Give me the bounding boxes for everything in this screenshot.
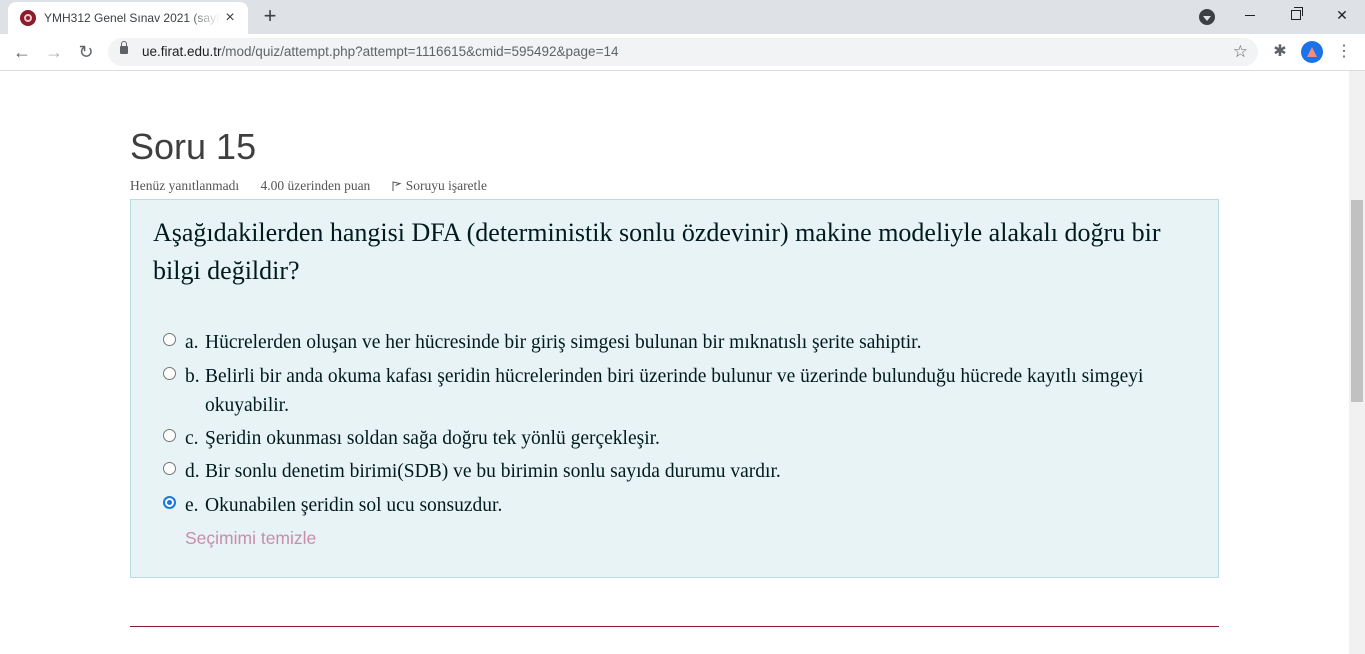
radio-e-selected[interactable] [163,496,176,509]
answer-text[interactable]: Okunabilen şeridin sol ucu sonsuzdur. [205,491,1205,520]
question-points: 4.00 üzerinden puan [260,178,371,193]
question-title: Soru 15 [130,126,257,167]
extensions-icon[interactable]: ✱ [1270,42,1290,62]
question-divider [130,626,1219,627]
tab-close-icon[interactable]: × [222,10,238,26]
radio-b[interactable] [163,367,176,380]
answer-letter: e. [185,495,199,516]
site-favicon-icon [20,10,36,26]
question-text: Aşağıdakilerden hangisi DFA (determinist… [153,218,1161,285]
window-close-button[interactable]: ✕ [1319,0,1365,30]
forward-button[interactable]: → [42,40,66,64]
bookmark-star-icon[interactable]: ☆ [1233,42,1248,62]
browser-tabstrip: YMH312 Genel Sınav 2021 (sayfa × + ✕ [0,0,1365,34]
address-bar[interactable]: ue.firat.edu.tr/mod/quiz/attempt.php?att… [108,38,1258,66]
url-text[interactable]: ue.firat.edu.tr/mod/quiz/attempt.php?att… [142,44,618,59]
answer-letter: b. [185,366,200,387]
reload-button[interactable]: ↻ [74,40,98,64]
answer-text[interactable]: Belirli bir anda okuma kafası şeridin hü… [205,362,1205,420]
restore-icon [1291,7,1303,20]
new-tab-button[interactable]: + [260,5,280,27]
answer-text[interactable]: Hücrelerden oluşan ve her hücresinde bir… [205,328,1205,357]
window-minimize-button[interactable] [1227,0,1273,30]
radio-a[interactable] [163,333,176,346]
back-button[interactable]: ← [10,40,34,64]
answer-text[interactable]: Bir sonlu denetim birimi(SDB) ve bu biri… [205,457,1205,486]
url-path: /mod/quiz/attempt.php?attempt=1116615&cm… [221,44,619,59]
question-status: Henüz yanıtlanmadı [130,178,240,193]
scrollbar-thumb[interactable] [1351,200,1363,402]
window-restore-button[interactable] [1273,0,1319,30]
answer-letter: d. [185,461,200,482]
answer-letter: a. [185,332,199,353]
clear-choice-link[interactable]: Seçimimi temizle [185,528,316,549]
flag-question-label: Soruyu işaretle [405,178,488,193]
tab-title: YMH312 Genel Sınav 2021 (sayfa [44,11,220,25]
browser-menu-icon[interactable]: ⋮ [1334,42,1354,62]
lock-icon[interactable] [120,41,128,54]
radio-d[interactable] [163,462,176,475]
answer-text[interactable]: Şeridin okunması soldan sağa doğru tek y… [205,424,1205,453]
flag-question-link[interactable]: Soruyu işaretle [392,178,487,193]
minimize-icon [1245,14,1255,16]
flag-icon [392,181,402,191]
browser-tab[interactable]: YMH312 Genel Sınav 2021 (sayfa × [8,2,248,34]
url-host: ue.firat.edu.tr [142,44,222,59]
profile-avatar[interactable] [1301,41,1323,63]
page-scrollbar[interactable] [1349,71,1365,654]
tab-search-icon[interactable] [1199,9,1215,25]
answer-letter: c. [185,428,199,449]
question-content-box: Aşağıdakilerden hangisi DFA (determinist… [130,199,1219,578]
browser-toolbar: ← → ↻ ue.firat.edu.tr/mod/quiz/attempt.p… [0,34,1365,71]
radio-c[interactable] [163,429,176,442]
question-info: Henüz yanıtlanmadı 4.00 üzerinden puan S… [130,178,487,194]
